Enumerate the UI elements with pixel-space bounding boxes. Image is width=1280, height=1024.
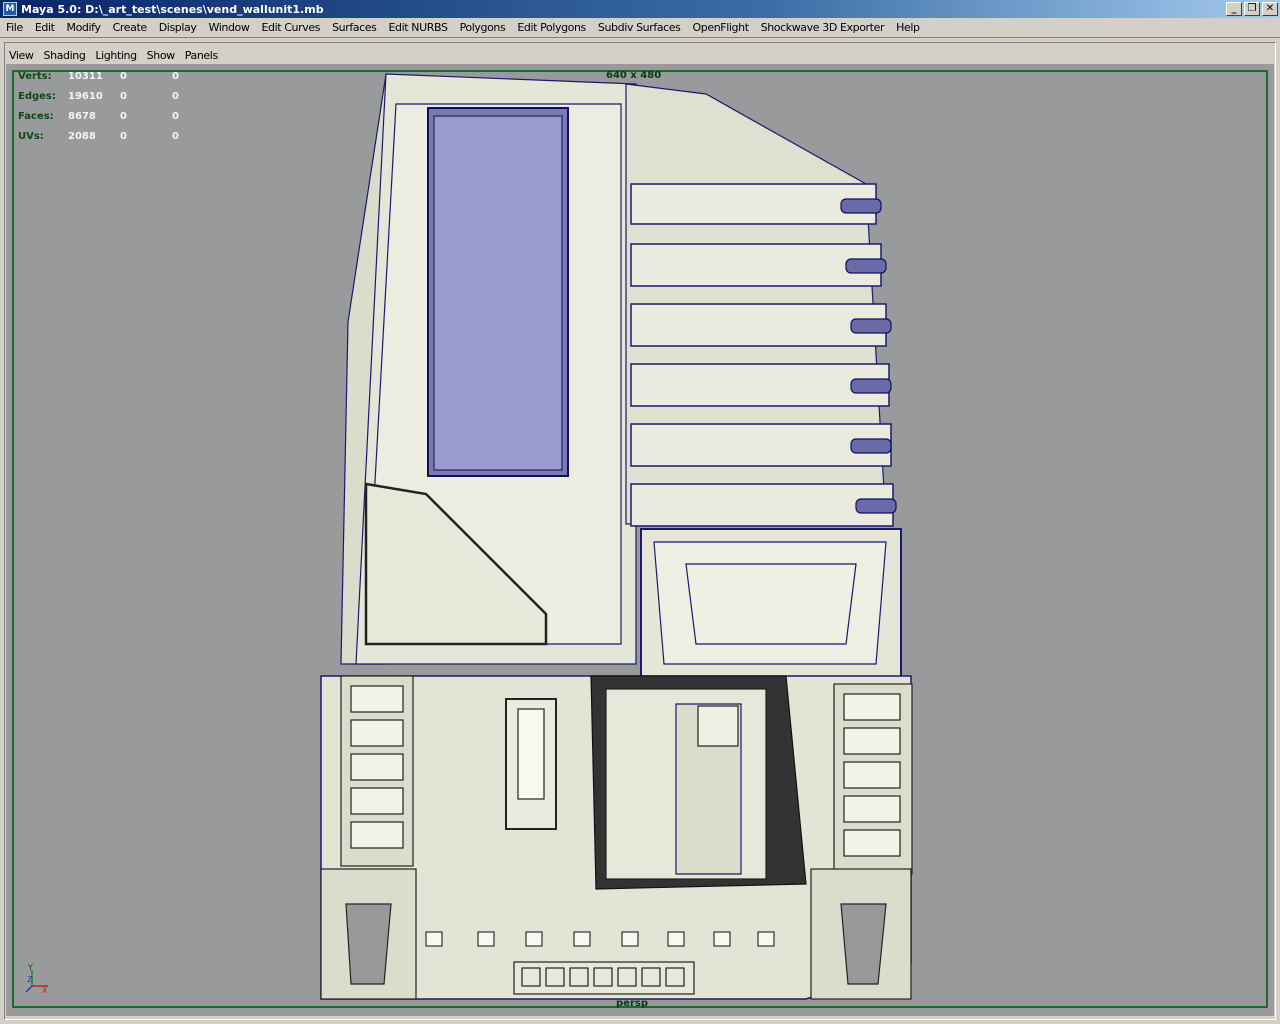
panel-menu-show[interactable]: Show — [142, 49, 180, 62]
menu-modify[interactable]: Modify — [61, 21, 107, 34]
hud-value: 0 — [172, 110, 179, 122]
minimize-button[interactable]: _ — [1226, 2, 1242, 16]
hud-value: 0 — [120, 90, 127, 102]
hud-value: 0 — [172, 90, 179, 102]
hud-value: 0 — [172, 70, 179, 82]
panel-menu-panels[interactable]: Panels — [180, 49, 223, 62]
perspective-viewport[interactable]: Verts: 10311 0 0 Edges: 19610 0 0 Faces:… — [6, 64, 1274, 1016]
hud-value: 19610 — [68, 90, 103, 102]
poly-count-hud: Verts: 10311 0 0 Edges: 19610 0 0 Faces:… — [18, 66, 212, 146]
panel-menu-shading[interactable]: Shading — [39, 49, 91, 62]
menu-create[interactable]: Create — [107, 21, 153, 34]
main-menubar: File Edit Modify Create Display Window E… — [0, 18, 1280, 38]
menu-help[interactable]: Help — [890, 21, 925, 34]
hud-value: 10311 — [68, 70, 103, 82]
view-axis-icon: Y Z X — [25, 964, 48, 994]
menu-edit-curves[interactable]: Edit Curves — [255, 21, 326, 34]
menu-shockwave-exporter[interactable]: Shockwave 3D Exporter — [755, 21, 890, 34]
menu-subdiv-surfaces[interactable]: Subdiv Surfaces — [592, 21, 687, 34]
hud-row-verts: Verts: 10311 0 0 — [18, 66, 212, 86]
menu-window[interactable]: Window — [202, 21, 255, 34]
hud-label: Faces: — [18, 110, 54, 122]
panel-menu-view[interactable]: View — [4, 49, 39, 62]
menu-edit[interactable]: Edit — [29, 21, 61, 34]
hud-label: UVs: — [18, 130, 44, 142]
menu-openflight[interactable]: OpenFlight — [687, 21, 755, 34]
hud-label: Edges: — [18, 90, 56, 102]
resolution-gate-frame — [12, 70, 1268, 1008]
restore-button[interactable]: ❐ — [1244, 2, 1260, 16]
axis-y-label: Y — [27, 964, 33, 972]
resolution-gate-label: 640 x 480 — [606, 70, 662, 81]
menu-file[interactable]: File — [0, 21, 29, 34]
hud-row-faces: Faces: 8678 0 0 — [18, 106, 212, 126]
panel-menubar: View Shading Lighting Show Panels — [4, 46, 223, 64]
window-titlebar: M Maya 5.0: D:\_art_test\scenes\vend_wal… — [0, 0, 1280, 18]
menu-edit-polygons[interactable]: Edit Polygons — [511, 21, 592, 34]
hud-value: 8678 — [68, 110, 96, 122]
menu-surfaces[interactable]: Surfaces — [326, 21, 382, 34]
window-title: Maya 5.0: D:\_art_test\scenes\vend_wallu… — [21, 2, 324, 16]
axis-x-label: X — [42, 986, 48, 994]
hud-label: Verts: — [18, 70, 52, 82]
maya-app-icon[interactable]: M — [3, 2, 17, 16]
close-button[interactable]: ✕ — [1262, 2, 1278, 16]
hud-value: 0 — [120, 70, 127, 82]
hud-value: 0 — [172, 130, 179, 142]
hud-row-edges: Edges: 19610 0 0 — [18, 86, 212, 106]
camera-name-label: persp — [616, 998, 648, 1009]
menu-polygons[interactable]: Polygons — [454, 21, 512, 34]
menu-edit-nurbs[interactable]: Edit NURBS — [383, 21, 454, 34]
menu-display[interactable]: Display — [153, 21, 203, 34]
hud-value: 0 — [120, 130, 127, 142]
hud-row-uvs: UVs: 2088 0 0 — [18, 126, 212, 146]
axis-z-label: Z — [27, 975, 33, 984]
window-controls: _ ❐ ✕ — [1226, 2, 1278, 16]
hud-value: 0 — [120, 110, 127, 122]
panel-menu-lighting[interactable]: Lighting — [90, 49, 141, 62]
hud-value: 2088 — [68, 130, 96, 142]
